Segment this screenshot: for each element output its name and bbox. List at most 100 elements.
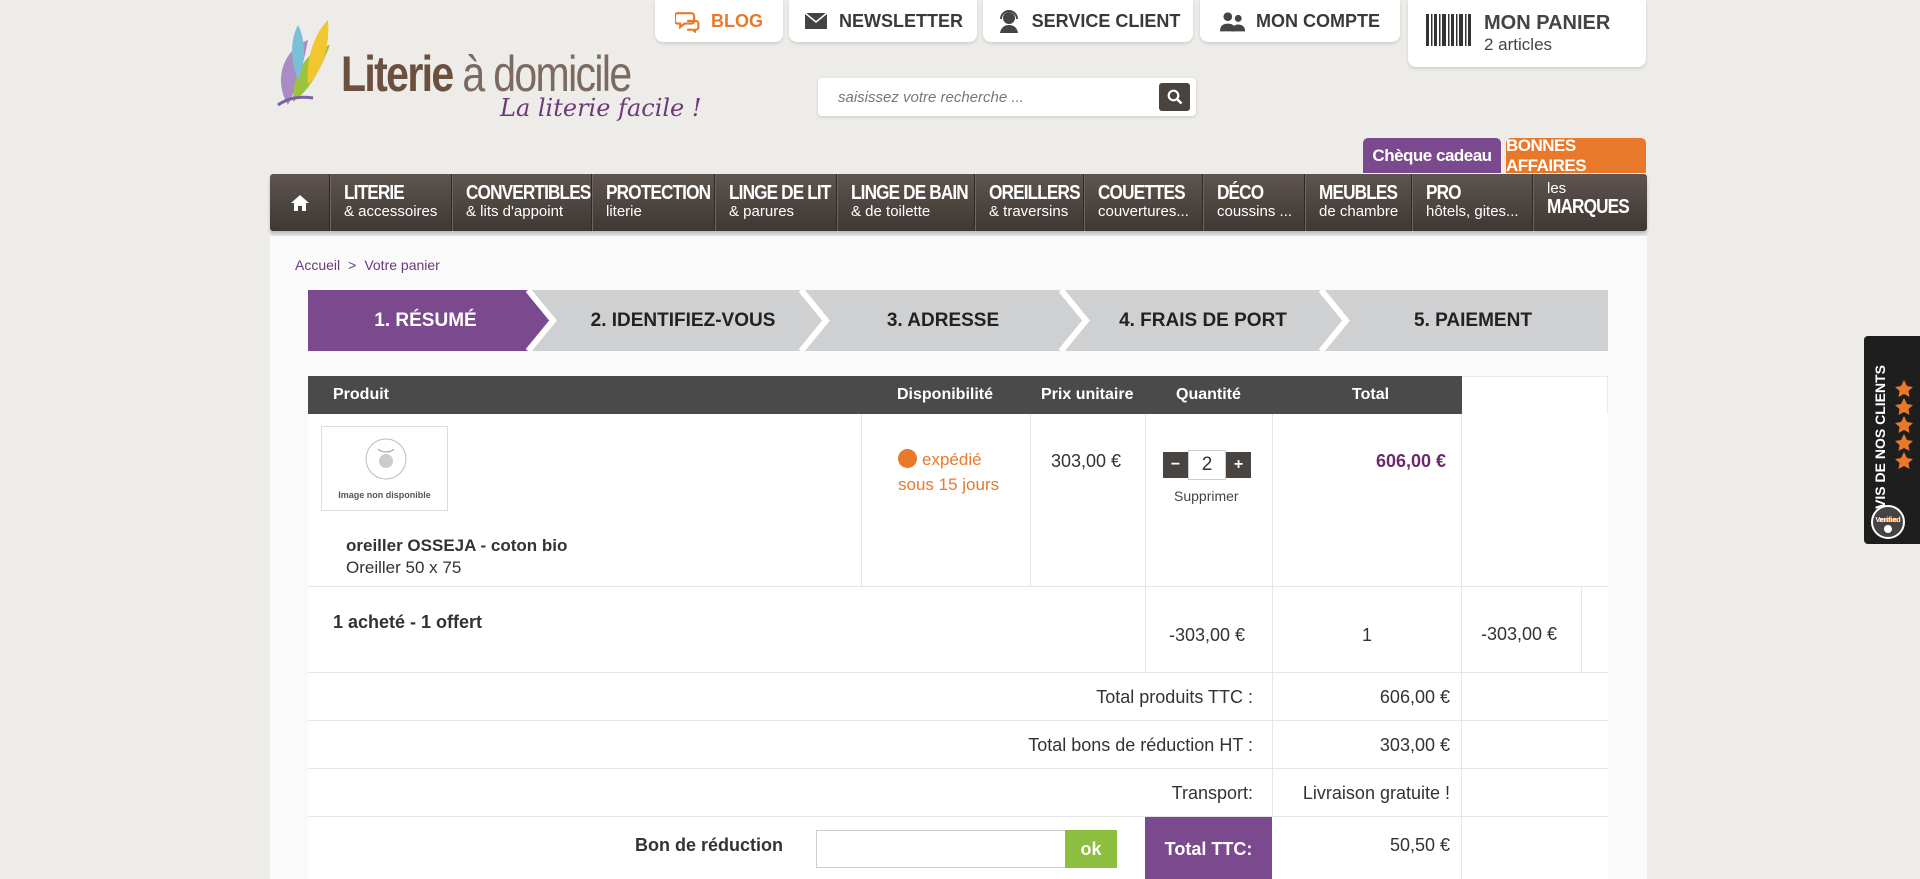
home-button[interactable] [270,174,330,231]
product-variant: Oreiller 50 x 75 [346,558,462,577]
breadcrumb-current: Votre panier [364,257,440,273]
summary-row: Bon de réduction ok Total TTC: 50,50 € [308,817,1608,879]
menu-item-sub: literie [606,203,642,220]
chat-bubbles-icon [675,10,701,33]
menu-item-sub: & de toilette [851,203,931,220]
menu-item-convertibles[interactable]: CONVERTIBLES & lits d'appoint [452,174,592,231]
blog-label: BLOG [711,10,763,31]
account-label: MON COMPTE [1256,10,1380,31]
step-identify: 2. IDENTIFIEZ-VOUS [590,309,776,331]
menu-item-marques[interactable]: les MARQUES [1533,174,1630,231]
availability-line2: sous 15 jours [898,475,1000,494]
menu-item-title: LINGE DE LIT [729,182,831,204]
product-image[interactable]: Image non disponible [321,426,448,511]
availability-status: expédié sous 15 jours [898,447,999,497]
menu-item-title: COUETTES [1098,182,1186,204]
quantity-decrease-button[interactable]: − [1163,452,1188,478]
total-vouchers-label: Total bons de réduction HT : [1028,735,1253,755]
quantity-field[interactable]: 2 [1188,450,1226,480]
menu-item-title: CONVERTIBLES [466,182,591,204]
headset-agent-icon [996,10,1022,33]
menu-item-title: LINGE DE BAIN [851,182,969,204]
menu-item-title: DÉCO [1217,182,1264,204]
header-total: Total [1352,386,1390,403]
reviews-widget[interactable]: AVIS DE NOS CLIENTS Verified [1864,336,1920,544]
menu-item-pro[interactable]: PRO hôtels, gites... [1412,174,1533,231]
step-shipping: 4. FRAIS DE PORT [1119,309,1287,331]
menu-item-sub: de chambre [1319,203,1399,220]
menu-item-deco[interactable]: DÉCO coussins ... [1203,174,1305,231]
voucher-submit-button[interactable]: ok [1065,830,1117,868]
step-address: 3. ADRESSE [886,309,1000,331]
product-name[interactable]: oreiller OSSEJA - coton bio [346,536,567,556]
account-link[interactable]: MON COMPTE [1200,0,1400,42]
feathers-logo-icon [277,20,330,107]
menu-item-sub: couvertures... [1098,203,1189,220]
step-payment: 5. PAIEMENT [1414,309,1532,331]
header-quantity: Quantité [1176,386,1241,403]
menu-item-sub: & traversins [989,203,1069,220]
newsletter-link[interactable]: NEWSLETTER [789,0,977,42]
cart-title: MON PANIER [1484,12,1611,34]
table-row: 1 acheté - 1 offert -303,00 € 1 -303,00 … [308,587,1608,673]
menu-item-sub: & accessoires [344,203,438,220]
rating-stars-icon [1895,380,1913,469]
content-panel: Accueil > Votre panier 1. RÉSUMÉ 2. IDENTI… [270,236,1647,879]
remove-link[interactable]: Supprimer [1174,488,1239,504]
menu-item-title: LITERIE [344,182,405,204]
verified-badge-text: Verified [1875,517,1901,524]
menu-item-linge-de-lit[interactable]: LINGE DE LIT & parures [715,174,837,231]
gift-card-tab[interactable]: Chèque cadeau [1363,138,1501,173]
total-vouchers-value: 303,00 € [1379,735,1450,755]
search-icon [1167,89,1182,105]
menu-item-couettes[interactable]: COUETTES couvertures... [1084,174,1203,231]
main-menu: LITERIE & accessoires CONVERTIBLES & lits … [270,174,1647,231]
summary-row: Total bons de réduction HT : 303,00 € [308,721,1608,769]
search-input[interactable] [818,78,1148,116]
table-row: Image non disponible oreiller OSSEJA - c… [308,414,1608,587]
voucher-input[interactable] [816,830,1066,868]
line-total: 606,00 € [1376,451,1447,471]
menu-item-title: MEUBLES [1319,182,1398,204]
breadcrumb-home[interactable]: Accueil [295,257,340,273]
total-ttc-value: 50,50 € [1389,835,1450,855]
search-button[interactable] [1159,83,1190,111]
menu-item-title: PROTECTION [606,182,711,204]
menu-item-protection[interactable]: PROTECTION literie [592,174,715,231]
reviews-label: AVIS DE NOS CLIENTS [1872,365,1888,518]
discount-price: -303,00 € [1169,625,1246,645]
site-logo[interactable]: Literie à domicile La literie facile ! [268,10,702,130]
availability-line1: expédié [922,450,982,469]
menu-item-sub: & parures [729,203,795,220]
menu-item-title: MARQUES [1547,196,1630,218]
quantity-increase-button[interactable]: + [1226,452,1251,478]
deals-tab[interactable]: BONNES AFFAIRES [1506,136,1646,175]
newsletter-label: NEWSLETTER [839,10,963,31]
shipping-label: Transport: [1171,783,1253,803]
menu-item-sub: coussins ... [1217,203,1293,220]
checkout-steps: 1. RÉSUMÉ 2. IDENTIFIEZ-VOUS 3. ADRESSE … [308,290,1608,351]
menu-item-sub: & lits d'appoint [466,203,564,220]
total-products-value: 606,00 € [1379,687,1450,707]
quantity-stepper: − 2 + [1163,450,1251,480]
status-dot-icon [898,449,917,468]
menu-item-title: OREILLERS [989,182,1081,204]
logo-tagline: La literie facile ! [500,94,702,122]
voucher-field-label: Bon de réduction [635,835,783,855]
menu-item-oreillers[interactable]: OREILLERS & traversins [975,174,1084,231]
shipping-value: Livraison gratuite ! [1302,783,1450,803]
menu-item-pre: les [1547,180,1567,197]
menu-item-literie[interactable]: LITERIE & accessoires [330,174,452,231]
breadcrumb-separator: > [348,257,357,273]
discount-label: 1 acheté - 1 offert [333,612,483,632]
menu-item-meubles[interactable]: MEUBLES de chambre [1305,174,1412,231]
cart-summary[interactable]: MON PANIER 2 articles [1408,0,1646,67]
menu-item-linge-de-bain[interactable]: LINGE DE BAIN & de toilette [837,174,975,231]
header-unit-price: Prix unitaire [1041,386,1134,403]
step-summary: 1. RÉSUMÉ [374,309,477,331]
blog-link[interactable]: BLOG [655,0,783,42]
unit-price: 303,00 € [1051,451,1122,471]
service-client-link[interactable]: SERVICE CLIENT [983,0,1193,42]
summary-row: Total produits TTC : 606,00 € [308,673,1608,721]
discount-qty: 1 [1362,625,1373,645]
